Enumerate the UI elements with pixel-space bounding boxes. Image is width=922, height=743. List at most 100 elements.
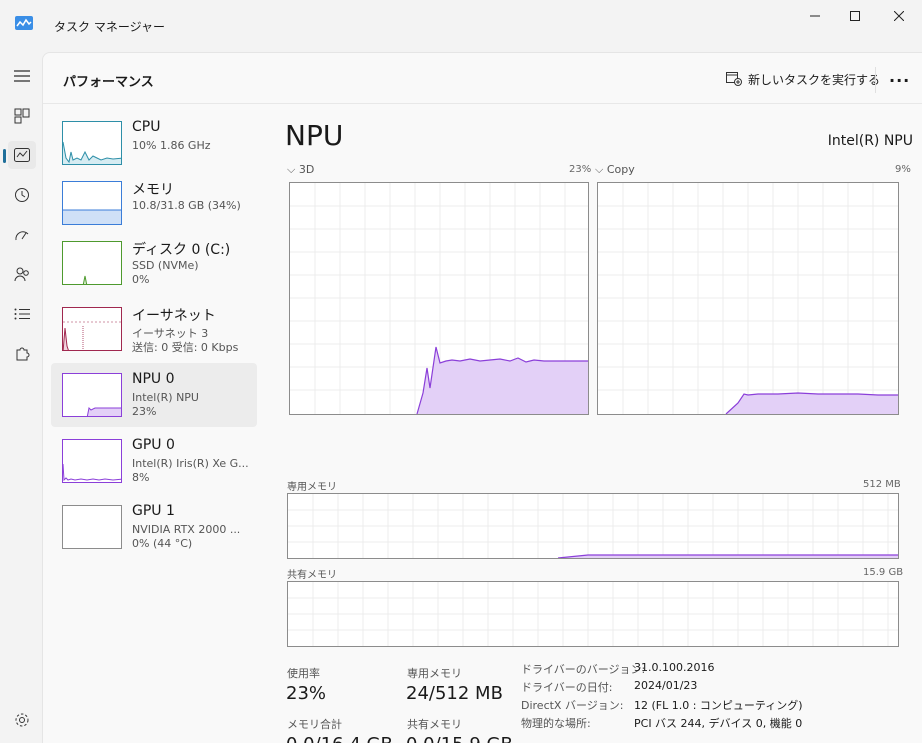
shared-memory-value: 0.0/15.9 GB xyxy=(406,734,513,743)
driver-version-key: ドライバーのバージョン: xyxy=(521,663,646,676)
graph-shared-memory xyxy=(287,581,899,647)
graph-copy-percent: 9% xyxy=(895,164,911,175)
device-sub-npu0-usage: 23% xyxy=(132,405,157,418)
npu-thumbnail xyxy=(62,373,122,417)
shared-memory-label: 共有メモリ xyxy=(407,718,462,731)
settings-gear-icon xyxy=(15,713,29,727)
gpu0-mini-graph xyxy=(63,463,121,482)
physical-location-value: PCI バス 244, デバイス 0, 機能 0 xyxy=(634,717,803,730)
graph-dedicated-label: 専用メモリ xyxy=(287,482,337,493)
nav-settings[interactable] xyxy=(8,706,36,734)
device-item-disk0[interactable]: ディスク 0 (C:) SSD (NVMe) 0% xyxy=(51,231,257,295)
device-sub-disk0-type: SSD (NVMe) xyxy=(132,259,199,272)
total-memory-label: メモリ合計 xyxy=(287,718,342,731)
device-name-ethernet: イーサネット xyxy=(132,308,216,324)
memory-thumbnail xyxy=(62,181,122,225)
device-name-cpu: CPU xyxy=(132,119,161,135)
device-sub-memory: 10.8/31.8 GB (34%) xyxy=(132,199,241,212)
cpu-thumbnail xyxy=(62,121,122,165)
device-name-gpu1: GPU 1 xyxy=(132,503,175,519)
new-task-icon xyxy=(726,72,742,86)
device-model-name: Intel(R) NPU xyxy=(827,133,913,149)
graph-copy xyxy=(597,182,899,415)
nav-details[interactable] xyxy=(8,300,36,328)
device-name-npu0: NPU 0 xyxy=(132,371,175,387)
memory-mini-graph xyxy=(63,209,121,224)
ethernet-thumbnail xyxy=(62,307,122,351)
graph-shared-label: 共有メモリ xyxy=(287,570,337,581)
device-sub-cpu: 10% 1.86 GHz xyxy=(132,139,211,152)
graph-shared-plot xyxy=(288,582,898,646)
gpu1-thumbnail xyxy=(62,505,122,549)
hamburger-icon xyxy=(14,70,30,82)
title-bar: タスク マネージャー xyxy=(0,0,922,52)
close-button[interactable] xyxy=(876,4,922,28)
nav-performance[interactable] xyxy=(3,141,36,169)
graph-3d-selector[interactable]: ⌵ 3D xyxy=(287,163,314,177)
header-bottom-border xyxy=(43,103,922,104)
device-name-gpu0: GPU 0 xyxy=(132,437,175,453)
users-icon xyxy=(14,267,29,282)
task-manager-icon xyxy=(15,16,33,30)
driver-date-key: ドライバーの日付: xyxy=(521,681,613,694)
performance-icon xyxy=(14,148,30,162)
npu-mini-graph xyxy=(86,406,121,416)
device-sub-gpu1-model: NVIDIA RTX 2000 ... xyxy=(132,523,241,536)
nav-users[interactable] xyxy=(8,260,36,288)
cpu-mini-graph xyxy=(63,141,121,164)
more-options-button[interactable]: ... xyxy=(889,67,910,86)
total-memory-value: 0.0/16.4 GB xyxy=(286,734,393,743)
new-task-button[interactable]: 新しいタスクを実行する xyxy=(726,67,880,91)
device-name-disk0: ディスク 0 (C:) xyxy=(132,242,231,258)
nav-app-history[interactable] xyxy=(8,181,36,209)
page-title: パフォーマンス xyxy=(63,75,154,90)
npu-detail-panel: NPU Intel(R) NPU ⌵ 3D 23% ⌵ Copy 9% 専用メモ… xyxy=(273,111,913,743)
navigation-rail xyxy=(0,52,42,743)
graph-copy-plot xyxy=(598,183,898,414)
startup-gauge-icon xyxy=(15,231,29,241)
driver-version-value: 31.0.100.2016 xyxy=(634,661,715,674)
active-indicator xyxy=(3,149,6,163)
device-item-gpu0[interactable]: GPU 0 Intel(R) Iris(R) Xe G... 8% xyxy=(51,429,257,493)
maximize-icon xyxy=(850,11,860,21)
device-item-memory[interactable]: メモリ 10.8/31.8 GB (34%) xyxy=(51,171,257,235)
chevron-down-icon: ⌵ xyxy=(287,163,296,176)
nav-processes[interactable] xyxy=(8,102,36,130)
processes-icon xyxy=(14,108,30,124)
maximize-button[interactable] xyxy=(832,4,878,28)
hamburger-menu-button[interactable] xyxy=(8,62,36,90)
graph-copy-label: Copy xyxy=(606,163,635,176)
details-list-icon xyxy=(14,308,30,320)
device-item-gpu1[interactable]: GPU 1 NVIDIA RTX 2000 ... 0% (44 °C) xyxy=(51,495,257,559)
graph-3d xyxy=(289,182,589,415)
device-sub-gpu0-model: Intel(R) Iris(R) Xe G... xyxy=(132,457,249,470)
graph-3d-label: 3D xyxy=(298,163,315,176)
new-task-label: 新しいタスクを実行する xyxy=(748,72,881,87)
usage-value: 23% xyxy=(286,683,327,704)
directx-version-value: 12 (FL 1.0 : コンピューティング) xyxy=(634,699,803,712)
nav-services[interactable] xyxy=(8,340,36,368)
dedicated-memory-label: 専用メモリ xyxy=(407,667,462,680)
device-item-ethernet[interactable]: イーサネット イーサネット 3 送信: 0 受信: 0 Kbps xyxy=(51,297,257,361)
window-title: タスク マネージャー xyxy=(54,20,165,34)
chevron-down-icon: ⌵ xyxy=(595,163,604,176)
physical-location-key: 物理的な場所: xyxy=(521,717,591,730)
device-item-cpu[interactable]: CPU 10% 1.86 GHz xyxy=(51,111,257,175)
nav-startup-apps[interactable] xyxy=(8,221,36,249)
device-sub-npu0-model: Intel(R) NPU xyxy=(132,391,199,404)
device-item-npu0[interactable]: NPU 0 Intel(R) NPU 23% xyxy=(51,363,257,427)
graph-shared-max: 15.9 GB xyxy=(863,567,904,578)
graph-copy-selector[interactable]: ⌵ Copy xyxy=(595,163,635,177)
device-sub-ethernet-throughput: 送信: 0 受信: 0 Kbps xyxy=(132,341,239,354)
close-icon xyxy=(894,11,904,21)
header-divider xyxy=(875,67,876,93)
graph-3d-plot xyxy=(290,183,588,414)
minimize-icon xyxy=(810,15,820,17)
disk-mini-graph xyxy=(82,275,88,284)
gpu0-thumbnail xyxy=(62,439,122,483)
disk-thumbnail xyxy=(62,241,122,285)
services-puzzle-icon xyxy=(16,347,30,361)
main-panel: パフォーマンス 新しいタスクを実行する ... CPU 10% 1.86 GHz xyxy=(42,52,922,743)
device-sub-gpu0-usage: 8% xyxy=(132,471,150,484)
graph-3d-percent: 23% xyxy=(569,164,592,175)
